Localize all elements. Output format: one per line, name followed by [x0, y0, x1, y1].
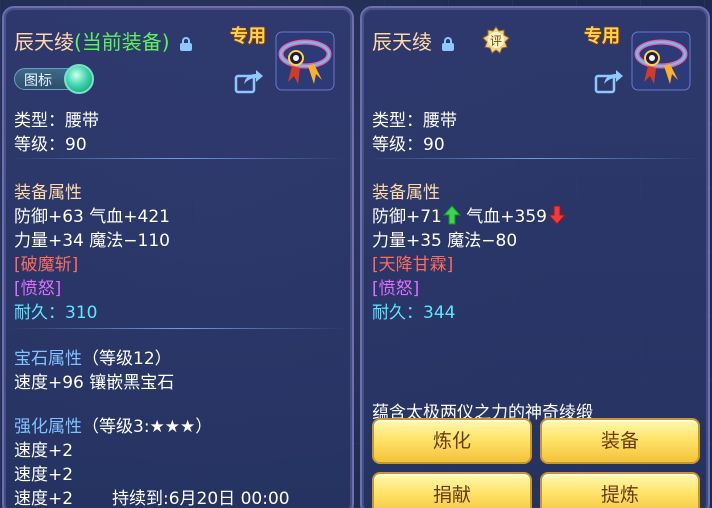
defense-value: 防御+71 [372, 207, 442, 227]
item-title: 辰天绫 [372, 26, 455, 55]
enhance-level: （等级3:★★★） [82, 417, 213, 437]
icon-toggle-label: 图标 [24, 73, 52, 89]
enhance-line-3: 速度+2 [14, 489, 74, 508]
divider [10, 158, 346, 159]
level-line: 等级：90 [372, 135, 445, 155]
equip-button[interactable]: 装备 [540, 418, 700, 464]
enhance-header: 强化属性 [14, 417, 82, 437]
type-line: 类型：腰带 [14, 111, 99, 131]
lock-icon [179, 37, 192, 51]
compare-item-tooltip: 辰天绫 评 专用 类型：腰带 等级：90 装备属性 防御+71 气血+359 力… [360, 6, 710, 508]
equipped-item-tooltip: 辰天绫(当前装备) 专用 图标 类型：腰带 等级：90 装备属性 防御+63 气… [2, 6, 354, 508]
gem-level: （等级12） [82, 349, 172, 369]
skill-name: [破魔斩] [14, 255, 79, 275]
icon-toggle[interactable]: 图标 [14, 64, 94, 94]
extract-button[interactable]: 提炼 [540, 472, 700, 508]
item-name: 辰天绫 [372, 30, 432, 54]
equipped-tag: (当前装备) [74, 30, 170, 54]
enhance-header-line: 强化属性（等级3:★★★） [14, 412, 212, 437]
enhance-line-2: 速度+2 [14, 465, 74, 485]
special-label: 专用 [230, 26, 266, 47]
attr-line-1: 防御+63 气血+421 [14, 207, 170, 227]
share-icon[interactable] [594, 68, 624, 94]
durability-line: 耐久：310 [14, 298, 97, 323]
donate-button[interactable]: 捐献 [372, 472, 532, 508]
belt-icon [275, 31, 335, 91]
rate-badge-icon[interactable]: 评 [482, 26, 510, 54]
durability-line: 耐久：344 [372, 298, 455, 323]
arrow-down-icon [548, 205, 566, 225]
item-name: 辰天绫 [14, 30, 74, 54]
durability-value: 344 [423, 303, 456, 323]
belt-icon [631, 31, 691, 91]
divider [368, 158, 702, 159]
expire-text: 持续到:6月20日 00:00 [112, 489, 290, 508]
level-line: 等级：90 [14, 135, 87, 155]
divider [10, 328, 346, 329]
rage-effect: [愤怒] [14, 279, 62, 299]
type-line: 类型：腰带 [372, 111, 457, 131]
gem-header-line: 宝石属性（等级12） [14, 344, 172, 369]
toggle-knob[interactable] [64, 64, 94, 94]
gem-header: 宝石属性 [14, 349, 82, 369]
refine-button[interactable]: 炼化 [372, 418, 532, 464]
skill-name: [天降甘霖] [372, 255, 454, 275]
rage-effect: [愤怒] [372, 279, 420, 299]
equip-attr-header: 装备属性 [14, 183, 82, 203]
durability-label: 耐久： [372, 303, 423, 323]
item-title: 辰天绫(当前装备) [14, 26, 192, 55]
lock-icon [442, 37, 455, 51]
arrow-up-icon [442, 205, 461, 225]
enhance-line-1: 速度+2 [14, 441, 74, 461]
durability-value: 310 [65, 303, 98, 323]
share-icon[interactable] [234, 68, 264, 94]
special-label: 专用 [584, 26, 620, 47]
gem-line: 速度+96 镶嵌黑宝石 [14, 373, 175, 393]
durability-label: 耐久： [14, 303, 65, 323]
rate-badge-text: 评 [490, 34, 502, 48]
attr-line-2: 力量+34 魔法−110 [14, 231, 170, 251]
equip-attr-header: 装备属性 [372, 183, 440, 203]
hp-value: 气血+359 [466, 207, 547, 227]
attr-line-2: 力量+35 魔法−80 [372, 231, 518, 251]
attr-line-1: 防御+71 气血+359 [372, 202, 566, 227]
